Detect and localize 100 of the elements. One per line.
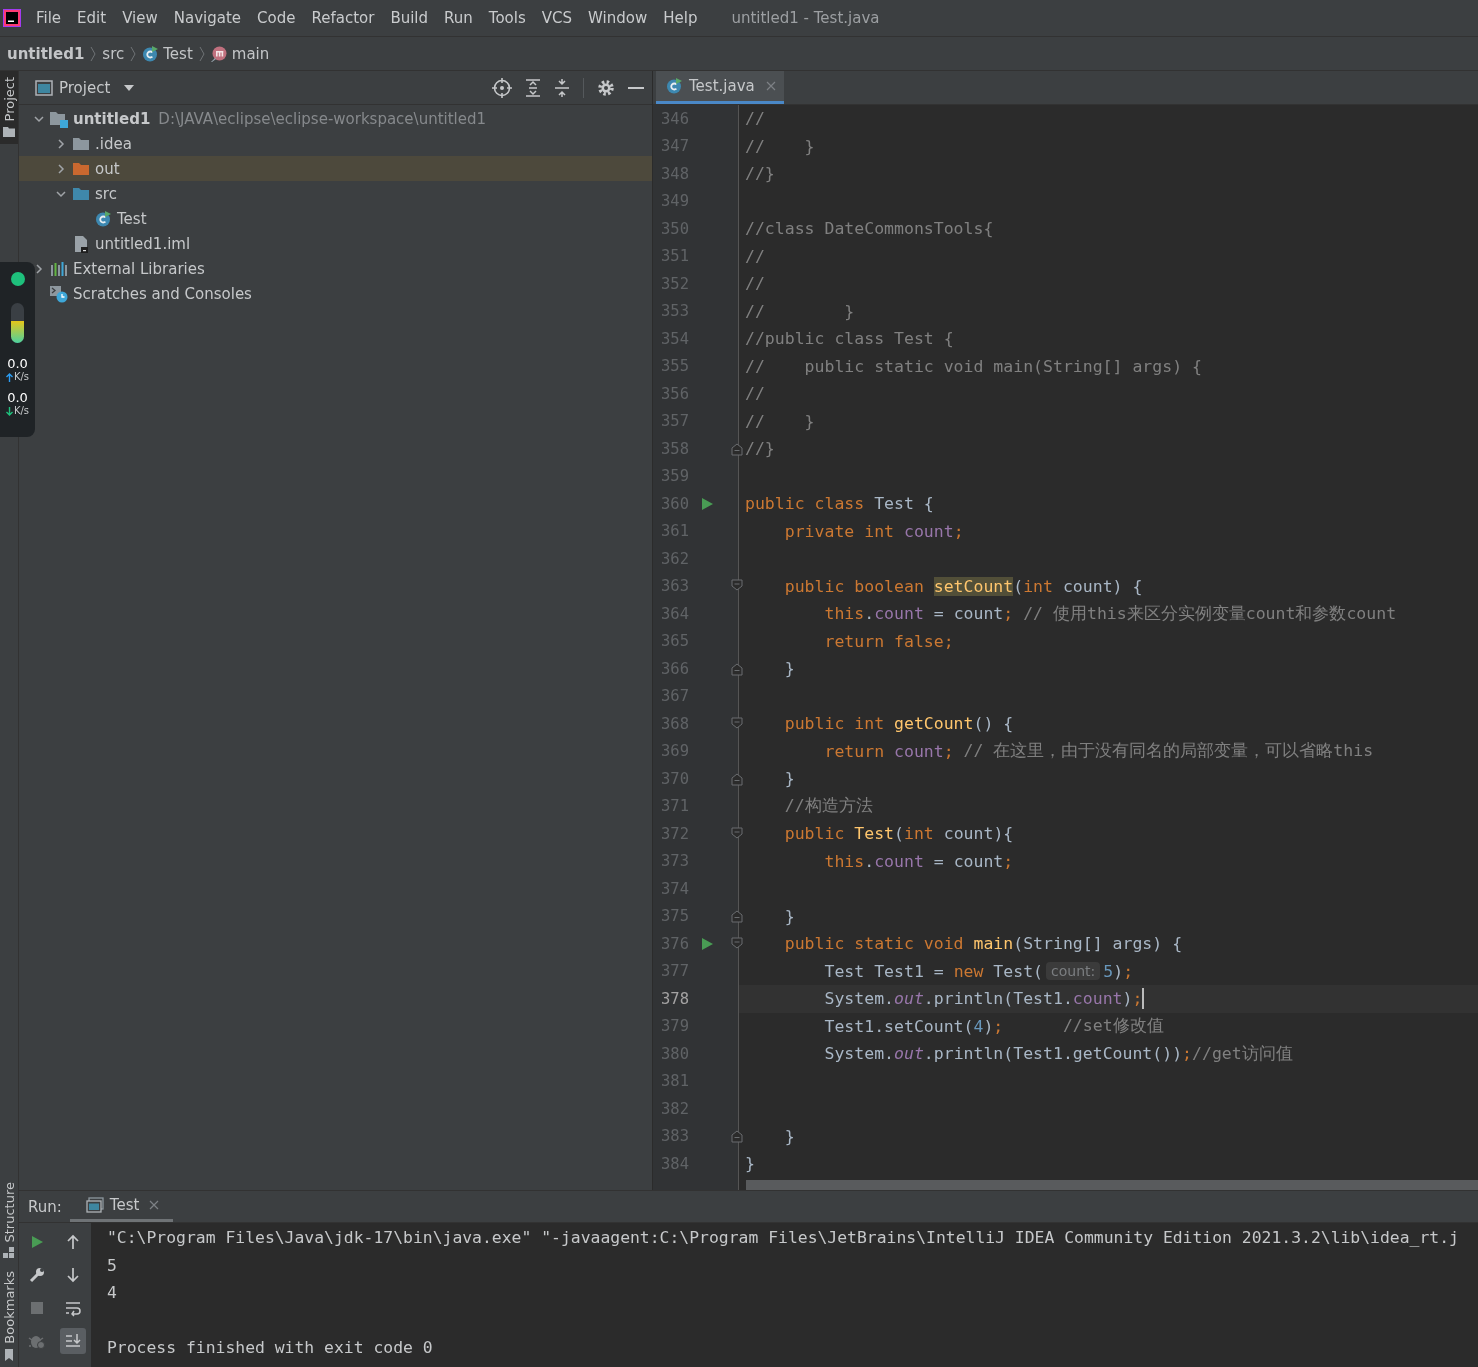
- menu-item[interactable]: Window: [580, 6, 656, 30]
- scrollbar[interactable]: [746, 1180, 1478, 1190]
- tree-label: untitled1.iml: [95, 234, 191, 253]
- fold-icon[interactable]: [731, 716, 743, 731]
- close-icon[interactable]: [149, 1200, 160, 1210]
- tool-window-tab[interactable]: Project: [0, 71, 18, 145]
- menu-item[interactable]: Help: [655, 6, 706, 30]
- tree-item[interactable]: Test: [19, 206, 652, 231]
- class-icon: [666, 78, 682, 94]
- scroll-to-end-icon: [64, 1331, 82, 1350]
- code-text: Test Test1 =: [823, 961, 945, 981]
- download-arrow-icon: [5, 406, 13, 416]
- code-text: ): [1113, 961, 1124, 981]
- run-tab[interactable]: Test: [69, 1191, 174, 1222]
- folder-icon: [72, 161, 90, 176]
- code-line: }: [783, 1125, 796, 1148]
- tree-label: untitled1: [73, 109, 151, 128]
- code-line: //class DateCommonsTools{: [745, 218, 995, 241]
- chevron-icon: [89, 44, 98, 63]
- menu-item[interactable]: Code: [249, 6, 304, 30]
- menu-item[interactable]: Refactor: [303, 6, 383, 30]
- menu-item[interactable]: Run: [436, 6, 481, 30]
- fold-icon[interactable]: [731, 826, 743, 841]
- class-icon: [95, 210, 111, 227]
- menu-item[interactable]: View: [114, 6, 166, 30]
- breadcrumb[interactable]: src: [102, 44, 125, 63]
- bookmark-icon: [3, 1349, 15, 1361]
- menu-item[interactable]: Edit: [69, 6, 115, 30]
- tree-item[interactable]: untitled1 D:\JAVA\eclipse\eclipse-workspace\untitled1: [19, 106, 652, 131]
- path-hint: D:\JAVA\eclipse\eclipse-workspace\untitled1: [158, 109, 487, 128]
- status-dot: [10, 272, 25, 286]
- code-line: }: [783, 768, 796, 791]
- locate-icon[interactable]: [492, 77, 512, 98]
- code-line: this.count = count;: [823, 850, 1015, 873]
- menu-item[interactable]: Build: [382, 6, 437, 30]
- code-text: 5: [1103, 961, 1114, 981]
- code-line: //构造方法: [783, 795, 874, 818]
- code-line: System.out.println(Test1.count);: [823, 987, 1146, 1012]
- tree-label: External Libraries: [73, 259, 205, 278]
- fold-icon[interactable]: [731, 1129, 743, 1144]
- code-line: // }: [745, 135, 816, 158]
- fold-icon[interactable]: [731, 771, 743, 786]
- console-output: Process finished with exit code 0: [107, 1337, 434, 1359]
- tree-label: src: [95, 184, 117, 203]
- down-arrow-icon: [64, 1265, 82, 1284]
- code-line: }: [783, 905, 796, 928]
- code-line: public Test(int count){: [783, 823, 1015, 846]
- console-output: 4: [107, 1282, 118, 1304]
- tree-label: Test: [117, 209, 147, 228]
- fold-icon[interactable]: [731, 661, 743, 676]
- run-icon[interactable]: [701, 936, 714, 951]
- code-line: private int count;: [783, 520, 965, 543]
- code-line: }: [745, 1153, 756, 1176]
- module-icon: [49, 109, 69, 128]
- menu-item[interactable]: Tools: [480, 6, 534, 30]
- tree-label: out: [95, 159, 120, 178]
- tree-label: Scratches and Consoles: [73, 284, 252, 303]
- code-line: //: [745, 273, 766, 296]
- chevron-icon[interactable]: [33, 262, 45, 275]
- tree-item[interactable]: untitled1.iml: [19, 231, 652, 256]
- fold-icon[interactable]: [731, 936, 743, 951]
- code-line: //: [745, 245, 766, 268]
- code-line: //: [745, 383, 766, 406]
- scroll-to-end-button[interactable]: [60, 1327, 86, 1354]
- editor-tab[interactable]: Test.java: [656, 71, 784, 104]
- menu-item[interactable]: File: [28, 6, 70, 30]
- structure-icon: [3, 1247, 15, 1260]
- collapse-all-icon[interactable]: [554, 78, 570, 97]
- tree-item[interactable]: .idea: [19, 131, 652, 156]
- code-line: //public class Test {: [745, 328, 955, 351]
- chevron-icon[interactable]: [55, 137, 67, 150]
- breadcrumb[interactable]: Test: [142, 44, 193, 63]
- fold-icon[interactable]: [731, 441, 743, 456]
- run-icon[interactable]: [701, 496, 714, 511]
- tree-item[interactable]: src: [19, 181, 652, 206]
- fold-icon[interactable]: [731, 909, 743, 924]
- code-line: //}: [745, 163, 776, 186]
- expand-all-icon[interactable]: [525, 78, 541, 97]
- breadcrumb[interactable]: untitled1: [7, 44, 85, 63]
- tool-window-tab[interactable]: Structure: [0, 1175, 18, 1266]
- code-line: this.count = count; // 使用this来区分实例变量count和参数count: [823, 602, 1398, 626]
- close-icon[interactable]: [765, 81, 776, 91]
- code-line: public static void main(String[] args) {: [783, 933, 1184, 956]
- panel-icon: [35, 79, 53, 96]
- folder-icon: [72, 186, 90, 201]
- chevron-icon[interactable]: [55, 162, 67, 175]
- breadcrumb[interactable]: main: [210, 44, 270, 63]
- upload-arrow-icon: [5, 372, 13, 382]
- menu-item[interactable]: Navigate: [165, 6, 250, 30]
- view-dropdown[interactable]: Project: [59, 78, 135, 97]
- code-line: // }: [745, 300, 856, 323]
- class-icon: [142, 45, 159, 62]
- speed-unit: K/s: [13, 371, 30, 383]
- menu-item[interactable]: VCS: [533, 6, 581, 30]
- code-line: // }: [745, 410, 816, 433]
- code-text: Test(: [992, 961, 1044, 981]
- tree-item[interactable]: out: [19, 156, 652, 181]
- tool-window-tab[interactable]: Bookmarks: [0, 1265, 18, 1367]
- settings-icon[interactable]: [597, 78, 615, 97]
- file-icon: [73, 234, 89, 253]
